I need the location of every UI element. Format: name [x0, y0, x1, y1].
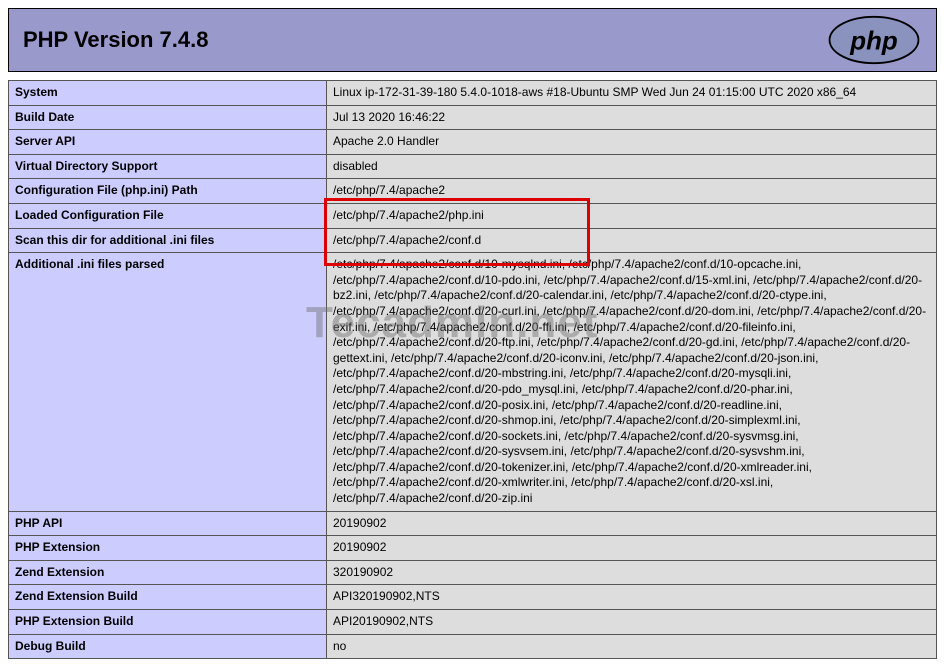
- config-label: Server API: [9, 130, 327, 155]
- table-row: Configuration File (php.ini) Path/etc/ph…: [9, 179, 937, 204]
- config-value: /etc/php/7.4/apache2/conf.d/10-mysqlnd.i…: [327, 253, 937, 512]
- table-row: Virtual Directory Supportdisabled: [9, 154, 937, 179]
- config-value: disabled: [327, 154, 937, 179]
- page-title: PHP Version 7.4.8: [23, 27, 208, 53]
- config-label: Debug Build: [9, 634, 327, 659]
- config-value: 20190902: [327, 511, 937, 536]
- config-value: 320190902: [327, 560, 937, 585]
- config-value: Apache 2.0 Handler: [327, 130, 937, 155]
- table-row: PHP API20190902: [9, 511, 937, 536]
- phpinfo-table: SystemLinux ip-172-31-39-180 5.4.0-1018-…: [8, 80, 937, 659]
- config-label: Scan this dir for additional .ini files: [9, 228, 327, 253]
- config-value: API320190902,NTS: [327, 585, 937, 610]
- table-row: PHP Extension BuildAPI20190902,NTS: [9, 610, 937, 635]
- config-label: Additional .ini files parsed: [9, 253, 327, 512]
- table-row: Debug Buildno: [9, 634, 937, 659]
- config-value: 20190902: [327, 536, 937, 561]
- config-value: /etc/php/7.4/apache2/php.ini: [327, 203, 937, 228]
- config-label: Loaded Configuration File: [9, 203, 327, 228]
- config-value: /etc/php/7.4/apache2: [327, 179, 937, 204]
- svg-text:php: php: [849, 27, 897, 55]
- config-label: PHP Extension Build: [9, 610, 327, 635]
- config-label: Configuration File (php.ini) Path: [9, 179, 327, 204]
- config-value: no: [327, 634, 937, 659]
- config-label: Build Date: [9, 105, 327, 130]
- php-logo-icon: php: [826, 15, 922, 65]
- config-value: Linux ip-172-31-39-180 5.4.0-1018-aws #1…: [327, 81, 937, 106]
- table-row: Scan this dir for additional .ini files/…: [9, 228, 937, 253]
- config-value: Jul 13 2020 16:46:22: [327, 105, 937, 130]
- config-label: System: [9, 81, 327, 106]
- table-row: Server APIApache 2.0 Handler: [9, 130, 937, 155]
- table-row: SystemLinux ip-172-31-39-180 5.4.0-1018-…: [9, 81, 937, 106]
- table-row: Additional .ini files parsed/etc/php/7.4…: [9, 253, 937, 512]
- config-label: PHP Extension: [9, 536, 327, 561]
- config-label: PHP API: [9, 511, 327, 536]
- config-label: Zend Extension: [9, 560, 327, 585]
- table-row: Build DateJul 13 2020 16:46:22: [9, 105, 937, 130]
- phpinfo-header: PHP Version 7.4.8 php: [8, 8, 937, 72]
- config-label: Virtual Directory Support: [9, 154, 327, 179]
- table-row: PHP Extension20190902: [9, 536, 937, 561]
- config-value: /etc/php/7.4/apache2/conf.d: [327, 228, 937, 253]
- config-value: API20190902,NTS: [327, 610, 937, 635]
- table-row: Zend Extension320190902: [9, 560, 937, 585]
- table-row: Loaded Configuration File/etc/php/7.4/ap…: [9, 203, 937, 228]
- config-label: Zend Extension Build: [9, 585, 327, 610]
- table-row: Zend Extension BuildAPI320190902,NTS: [9, 585, 937, 610]
